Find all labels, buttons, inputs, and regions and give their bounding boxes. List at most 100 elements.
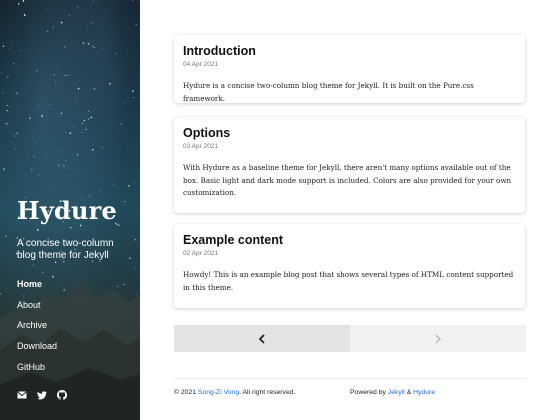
post-excerpt: With Hydure as a baseline theme for Jeky…: [183, 163, 512, 198]
star: [118, 224, 120, 226]
star: [113, 183, 115, 185]
star: [134, 182, 136, 184]
email-icon[interactable]: [17, 391, 27, 399]
star: [9, 48, 11, 49]
star: [87, 118, 90, 120]
star: [81, 131, 83, 133]
star: [102, 47, 103, 49]
nav-item-github[interactable]: GitHub: [17, 361, 57, 382]
post-title[interactable]: Example content: [183, 233, 516, 247]
star: [86, 25, 88, 27]
star: [48, 104, 50, 106]
star: [35, 141, 36, 143]
star: [91, 1, 92, 3]
star: [46, 30, 49, 33]
post-title[interactable]: Options: [183, 126, 516, 140]
star: [0, 145, 1, 147]
star: [85, 114, 86, 116]
jekyll-link[interactable]: Jekyll: [388, 389, 405, 396]
star: [133, 153, 135, 155]
star: [14, 148, 16, 150]
sidebar: Hydure A concise two-column blog theme f…: [0, 0, 140, 420]
star: [135, 24, 137, 26]
prev-page-button[interactable]: [174, 325, 350, 352]
star: [61, 164, 63, 166]
star: [11, 42, 12, 44]
star: [86, 29, 88, 31]
star: [2, 45, 5, 48]
star: [1, 73, 3, 74]
star: [58, 164, 60, 166]
star: [90, 116, 93, 119]
star: [87, 43, 90, 45]
star: [7, 76, 9, 78]
star: [25, 90, 27, 92]
star: [2, 92, 4, 94]
rights-text: . All right reserved.: [239, 389, 296, 396]
star: [123, 102, 125, 104]
star: [65, 131, 67, 133]
nav-item-home[interactable]: Home: [17, 278, 57, 299]
hydure-link[interactable]: Hydure: [413, 389, 435, 396]
twitter-icon[interactable]: [37, 390, 47, 400]
star: [17, 3, 20, 5]
star: [64, 46, 66, 48]
sidebar-nav: Home About Archive Download GitHub: [17, 278, 57, 381]
star: [110, 40, 112, 42]
star: [68, 167, 70, 169]
post-title[interactable]: Introduction: [183, 44, 516, 58]
star: [87, 110, 89, 112]
star: [109, 83, 111, 85]
star: [45, 152, 47, 154]
copyright-year: © 2021: [174, 389, 197, 396]
star: [15, 98, 17, 99]
footer-powered-by: Powered by Jekyll & Hydure: [350, 389, 435, 396]
star: [128, 185, 130, 187]
powered-by-text: Powered by: [350, 389, 386, 396]
github-icon[interactable]: [57, 390, 67, 400]
site-tagline: A concise two-column blog theme for Jeky…: [17, 238, 114, 261]
star: [16, 92, 18, 94]
star: [41, 115, 44, 117]
star: [61, 151, 63, 153]
star: [82, 122, 83, 124]
star: [112, 123, 113, 124]
nav-item-archive[interactable]: Archive: [17, 319, 57, 340]
star: [68, 15, 70, 17]
star: [52, 26, 54, 28]
nav-item-about[interactable]: About: [17, 299, 57, 320]
star: [31, 169, 33, 171]
social-links: [17, 390, 67, 400]
star: [77, 169, 79, 171]
star: [76, 98, 77, 100]
star: [91, 45, 93, 47]
star: [77, 6, 79, 8]
star: [93, 46, 95, 49]
star: [134, 238, 137, 241]
star: [64, 74, 66, 77]
star: [77, 87, 80, 90]
star: [33, 155, 35, 158]
footer-divider: [174, 378, 526, 379]
star: [36, 70, 38, 72]
star: [5, 122, 8, 125]
site-title[interactable]: Hydure: [17, 196, 117, 225]
star: [55, 80, 57, 82]
post-date: 02 Apr 2021: [183, 250, 219, 257]
star: [91, 22, 93, 24]
star: [124, 170, 126, 171]
nav-item-download[interactable]: Download: [17, 340, 57, 361]
star: [29, 117, 31, 119]
star: [132, 90, 134, 92]
star: [98, 4, 99, 5]
post-excerpt: Hydure is a concise two-column blog them…: [183, 81, 474, 103]
post-date: 04 Apr 2021: [183, 61, 219, 68]
footer-copyright: © 2021 Song-Zi Vong. All right reserved.: [174, 389, 295, 396]
star: [93, 88, 96, 90]
star: [23, 10, 24, 12]
star: [36, 229, 39, 231]
star: [8, 106, 10, 108]
next-page-button: [350, 325, 526, 352]
author-link[interactable]: Song-Zi Vong: [198, 389, 239, 396]
star: [124, 201, 126, 203]
